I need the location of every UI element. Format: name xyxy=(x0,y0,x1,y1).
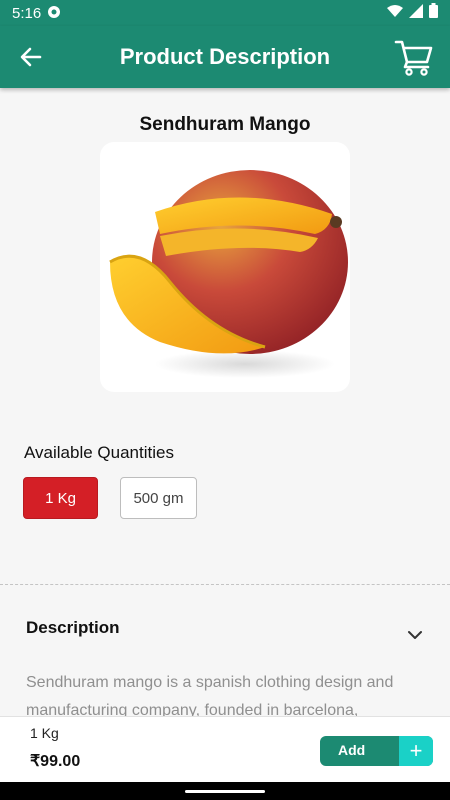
product-name: Sendhuram Mango xyxy=(139,114,311,135)
price: ₹99.00 xyxy=(30,753,81,770)
quantity-option-500gm[interactable]: 500 gm xyxy=(120,477,197,519)
add-to-cart-button[interactable]: Add + xyxy=(320,736,433,766)
description-heading[interactable]: Description xyxy=(26,618,120,638)
signal-icon xyxy=(409,3,423,23)
quantity-option-1kg[interactable]: 1 Kg xyxy=(23,477,98,519)
status-icons xyxy=(387,3,438,23)
status-time: 5:16 xyxy=(12,4,42,22)
bottom-bar: 1 Kg ₹99.00 Add + xyxy=(0,716,450,782)
cart-icon[interactable] xyxy=(394,38,434,76)
back-arrow-icon[interactable] xyxy=(18,44,44,70)
chevron-down-icon[interactable] xyxy=(406,628,424,642)
add-button-label: Add xyxy=(338,742,366,758)
status-bar: 5:16 xyxy=(0,0,450,26)
message-icon xyxy=(47,5,61,22)
battery-icon xyxy=(429,3,438,23)
plus-icon[interactable]: + xyxy=(399,736,433,766)
product-image xyxy=(100,142,350,392)
system-nav-bar xyxy=(0,782,450,800)
app-bar: Product Description xyxy=(0,26,450,88)
page-title: Product Description xyxy=(119,44,331,69)
section-divider xyxy=(0,584,450,585)
wifi-icon xyxy=(387,4,403,23)
quantities-heading: Available Quantities xyxy=(24,443,174,462)
selected-quantity: 1 Kg xyxy=(30,725,59,741)
home-indicator[interactable] xyxy=(185,790,265,793)
